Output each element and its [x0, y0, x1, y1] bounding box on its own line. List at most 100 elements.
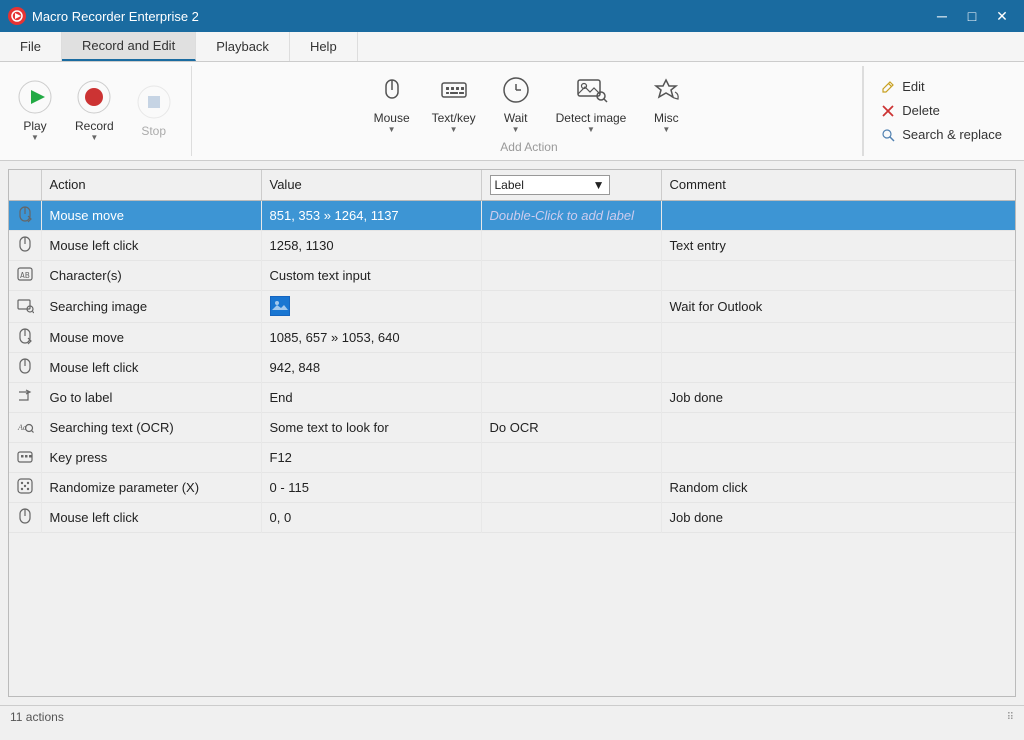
- row-icon: AB: [9, 260, 41, 290]
- play-button[interactable]: Play ▼: [6, 74, 64, 148]
- row-icon: [9, 290, 41, 322]
- col-value: Value: [261, 170, 481, 201]
- search-replace-button[interactable]: Search & replace: [876, 125, 1006, 145]
- edit-icon: [880, 79, 896, 95]
- row-icon: [9, 382, 41, 412]
- row-action: Mouse left click: [41, 230, 261, 260]
- row-action: Character(s): [41, 260, 261, 290]
- row-action: Randomize parameter (X): [41, 472, 261, 502]
- row-label: [481, 472, 661, 502]
- stop-button[interactable]: Stop: [125, 79, 183, 143]
- row-icon: [9, 322, 41, 352]
- row-action: Mouse left click: [41, 502, 261, 532]
- row-comment: [661, 412, 1015, 442]
- row-value: Some text to look for: [261, 412, 481, 442]
- row-action: Mouse move: [41, 200, 261, 230]
- row-label: Do OCR: [481, 412, 661, 442]
- row-label: [481, 260, 661, 290]
- table-row[interactable]: Go to labelEnd Job done: [9, 382, 1015, 412]
- row-label: [481, 290, 661, 322]
- svg-text:AB: AB: [20, 271, 30, 280]
- row-action: Key press: [41, 442, 261, 472]
- row-action: Mouse left click: [41, 352, 261, 382]
- status-bar: 11 actions ⠿: [0, 705, 1024, 729]
- row-value: 0, 0: [261, 502, 481, 532]
- row-value: 1085, 657 » 1053, 640: [261, 322, 481, 352]
- app-title: Macro Recorder Enterprise 2: [32, 9, 199, 24]
- row-label: [481, 382, 661, 412]
- table-row[interactable]: Randomize parameter (X)0 - 115Random cli…: [9, 472, 1015, 502]
- row-comment: Text entry: [661, 230, 1015, 260]
- row-icon: [9, 472, 41, 502]
- row-label: Double-Click to add label: [481, 200, 661, 230]
- row-icon: [9, 502, 41, 532]
- toolbar: Play ▼ Record ▼ Stop: [0, 62, 1024, 161]
- table-row[interactable]: Mouse move851, 353 » 1264, 1137Double-Cl…: [9, 200, 1015, 230]
- resize-grip: ⠿: [1007, 712, 1014, 723]
- row-label: [481, 442, 661, 472]
- label-dropdown[interactable]: Label ▼: [490, 175, 610, 195]
- row-value: 851, 353 » 1264, 1137: [261, 200, 481, 230]
- row-value: F12: [261, 442, 481, 472]
- record-icon: [76, 79, 112, 115]
- table-row[interactable]: Searching imageWait for Outlook: [9, 290, 1015, 322]
- row-comment: Job done: [661, 502, 1015, 532]
- table-row[interactable]: Mouse left click942, 848: [9, 352, 1015, 382]
- record-button[interactable]: Record ▼: [64, 74, 125, 148]
- row-icon: Aa: [9, 412, 41, 442]
- row-icon: [9, 352, 41, 382]
- row-icon: [9, 442, 41, 472]
- row-comment: Wait for Outlook: [661, 290, 1015, 322]
- table-row[interactable]: Mouse move1085, 657 » 1053, 640: [9, 322, 1015, 352]
- keyboard-icon: [436, 71, 472, 107]
- table-row[interactable]: Mouse left click1258, 1130Text entry: [9, 230, 1015, 260]
- row-action: Searching text (OCR): [41, 412, 261, 442]
- title-bar: Macro Recorder Enterprise 2 ─ □ ✕: [0, 0, 1024, 32]
- row-label: [481, 230, 661, 260]
- maximize-button[interactable]: □: [958, 5, 986, 27]
- search-replace-icon: [880, 127, 896, 143]
- mouse-icon: [374, 71, 410, 107]
- mouse-button[interactable]: Mouse ▼: [363, 66, 421, 140]
- menu-playback[interactable]: Playback: [196, 32, 290, 61]
- close-button[interactable]: ✕: [988, 5, 1016, 27]
- row-value: End: [261, 382, 481, 412]
- toolbar-actions: Edit Delete Search & replace: [863, 66, 1018, 156]
- table-row[interactable]: Mouse left click0, 0 Job done: [9, 502, 1015, 532]
- detectimage-button[interactable]: Detect image ▼: [545, 66, 638, 140]
- menu-help[interactable]: Help: [290, 32, 358, 61]
- row-icon: [9, 200, 41, 230]
- stop-icon: [136, 84, 172, 120]
- play-icon: [17, 79, 53, 115]
- wait-button[interactable]: Wait ▼: [487, 66, 545, 140]
- clock-icon: [498, 71, 534, 107]
- menu-record-edit[interactable]: Record and Edit: [62, 32, 196, 61]
- row-value: 0 - 115: [261, 472, 481, 502]
- row-value: 942, 848: [261, 352, 481, 382]
- delete-icon: [880, 103, 896, 119]
- row-label: [481, 502, 661, 532]
- misc-icon: [648, 71, 684, 107]
- row-value: [261, 290, 481, 322]
- edit-button[interactable]: Edit: [876, 77, 1006, 97]
- row-comment: Job done: [661, 382, 1015, 412]
- status-text: 11 actions: [10, 710, 64, 724]
- misc-button[interactable]: Misc ▼: [637, 66, 695, 140]
- row-label: [481, 352, 661, 382]
- table-row[interactable]: ABCharacter(s)Custom text input: [9, 260, 1015, 290]
- col-label: Label ▼: [481, 170, 661, 201]
- row-comment: [661, 352, 1015, 382]
- table-row[interactable]: AaSearching text (OCR)Some text to look …: [9, 412, 1015, 442]
- minimize-button[interactable]: ─: [928, 5, 956, 27]
- textkey-button[interactable]: Text/key ▼: [421, 66, 487, 140]
- col-action: Action: [41, 170, 261, 201]
- table-row[interactable]: Key pressF12: [9, 442, 1015, 472]
- add-action-label: Add Action: [500, 140, 557, 156]
- actions-table: Action Value Label ▼ Comment Mouse move8…: [9, 170, 1015, 533]
- image-search-icon: [573, 71, 609, 107]
- col-icon: [9, 170, 41, 201]
- menu-file[interactable]: File: [0, 32, 62, 61]
- delete-button[interactable]: Delete: [876, 101, 1006, 121]
- row-action: Go to label: [41, 382, 261, 412]
- row-comment: [661, 442, 1015, 472]
